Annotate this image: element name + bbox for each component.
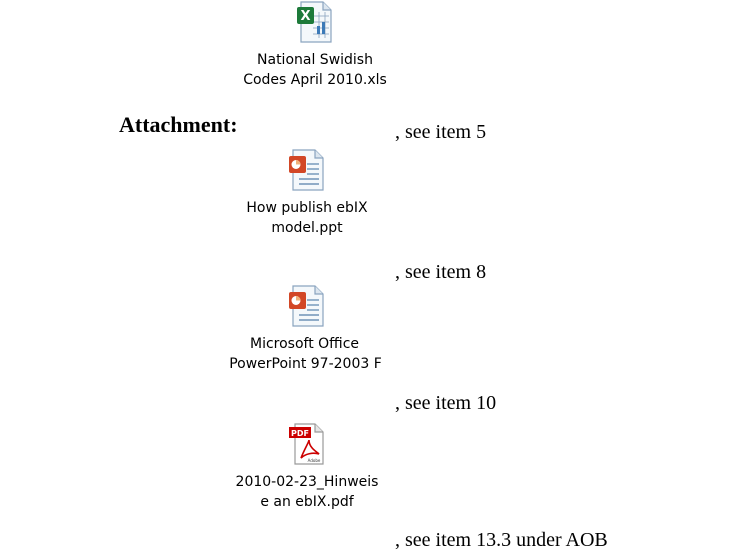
attachment-filename-line1: Microsoft Office — [249, 336, 360, 352]
attachment-pdf[interactable]: PDF Adobe 2010-02-23_Hinweis e an ebIX.p… — [227, 422, 387, 512]
attachment-ppt-2[interactable]: Microsoft Office PowerPoint 97-2003 F — [227, 284, 387, 374]
attachment-excel[interactable]: X National Swidish Codes April 2010.xls — [235, 0, 395, 90]
attachment-filename-line2: model.ppt — [271, 220, 343, 236]
svg-text:X: X — [300, 9, 310, 24]
attachment-filename-line1: National Swidish — [257, 52, 373, 68]
svg-text:Adobe: Adobe — [308, 458, 321, 463]
attachment-filename-line1: How publish ebIX — [246, 200, 368, 216]
excel-file-icon: X — [297, 1, 332, 43]
powerpoint-file-icon — [289, 285, 324, 327]
svg-text:PDF: PDF — [291, 429, 309, 438]
attachment-reference: , see item 10 — [395, 392, 497, 414]
pdf-file-icon: PDF Adobe — [289, 423, 324, 465]
attachment-label: Attachment: — [119, 112, 238, 137]
attachment-filename-line2: e an ebIX.pdf — [260, 494, 354, 510]
attachment-reference: , see item 8 — [395, 261, 487, 283]
attachment-reference: , see item 5 — [395, 121, 487, 143]
attachment-filename-line1: 2010-02-23_Hinweis — [235, 474, 379, 490]
attachment-reference: , see item 13.3 under AOB — [395, 529, 608, 551]
attachment-filename-line2: PowerPoint 97-2003 F — [229, 356, 382, 372]
attachment-filename-line2: Codes April 2010.xls — [243, 72, 387, 88]
powerpoint-file-icon — [289, 149, 324, 191]
attachment-ppt-1[interactable]: How publish ebIX model.ppt — [227, 148, 387, 238]
